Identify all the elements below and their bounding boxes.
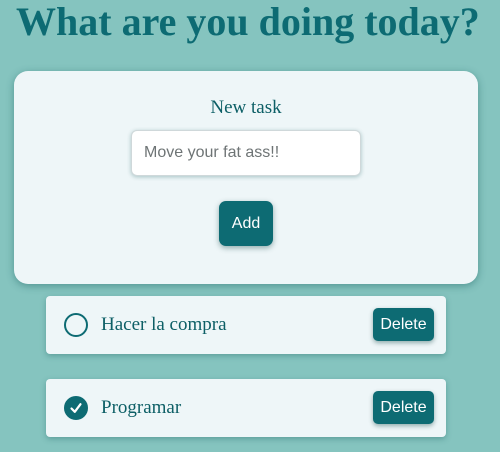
delete-task-button[interactable]: Delete (373, 308, 434, 341)
checkmark-circle-icon[interactable] (64, 396, 88, 420)
page-title: What are you doing today? (16, 0, 480, 44)
empty-circle-icon[interactable] (64, 313, 88, 337)
new-task-input[interactable] (131, 130, 361, 176)
task-label: Programar (101, 397, 182, 418)
delete-task-button[interactable]: Delete (373, 391, 434, 424)
task-label: Hacer la compra (101, 314, 227, 335)
task-item: Programar Delete (46, 379, 446, 437)
new-task-form: New task Add (14, 71, 478, 284)
new-task-label: New task (210, 97, 282, 118)
add-task-button[interactable]: Add (219, 201, 273, 246)
task-item: Hacer la compra Delete (46, 296, 446, 354)
